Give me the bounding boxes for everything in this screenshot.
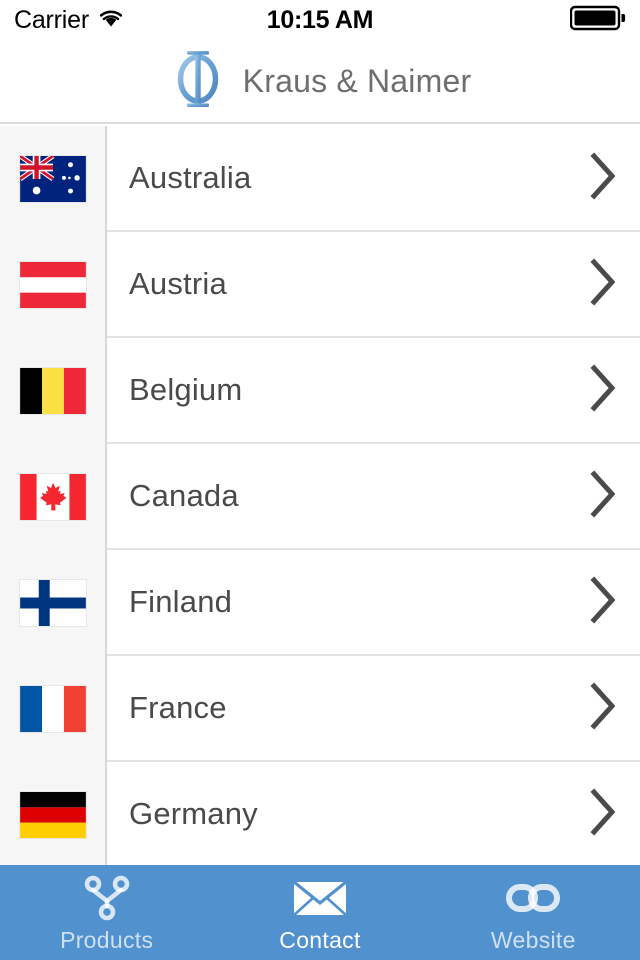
chevron-right-icon[interactable] xyxy=(590,469,618,523)
country-list[interactable]: Australia Austria Belgium Canada Finland… xyxy=(0,126,640,865)
chevron-right-icon[interactable] xyxy=(590,363,618,417)
phi-logo-icon xyxy=(169,48,227,115)
country-name: Austria xyxy=(129,266,227,301)
flag-icon-austria xyxy=(19,262,86,308)
flag-icon-france xyxy=(19,686,86,732)
tab-label-contact: Contact xyxy=(279,927,361,953)
country-name: Finland xyxy=(129,584,233,619)
page-title: Kraus & Naimer xyxy=(242,62,472,99)
flag-icon-canada xyxy=(19,474,86,520)
tab-website[interactable]: Website xyxy=(427,875,640,954)
envelope-icon xyxy=(292,875,348,921)
flag-icon-finland xyxy=(19,580,86,626)
flag-cell xyxy=(0,444,107,550)
list-item-body[interactable]: Belgium xyxy=(107,338,640,444)
country-name: France xyxy=(129,690,227,725)
wifi-icon xyxy=(98,8,124,33)
battery-full-icon xyxy=(569,5,626,36)
tab-products[interactable]: Products xyxy=(0,875,213,954)
flag-icon-australia xyxy=(18,153,86,202)
status-bar-left: Carrier xyxy=(14,6,124,35)
list-item-body[interactable]: Austria xyxy=(107,232,640,338)
list-item[interactable]: Austria xyxy=(0,232,640,338)
carrier-label: Carrier xyxy=(14,5,89,34)
list-item[interactable]: France xyxy=(0,656,640,762)
chain-link-icon xyxy=(505,875,561,921)
flag-cell xyxy=(0,762,107,865)
flag-icon-germany xyxy=(19,792,86,838)
list-item[interactable]: Germany xyxy=(0,762,640,865)
flag-icon-belgium xyxy=(19,368,86,414)
list-item[interactable]: Finland xyxy=(0,550,640,656)
tab-bar: Products Contact Website xyxy=(0,865,640,960)
list-item-body[interactable]: Canada xyxy=(107,444,640,550)
country-name: Canada xyxy=(129,478,239,513)
flag-cell xyxy=(0,232,107,338)
country-name: Germany xyxy=(129,796,258,831)
chevron-right-icon[interactable] xyxy=(590,151,618,205)
chevron-right-icon[interactable] xyxy=(590,257,618,311)
list-item-body[interactable]: France xyxy=(107,656,640,762)
status-bar: Carrier 10:15 AM xyxy=(0,0,640,40)
list-item-body[interactable]: Germany xyxy=(107,762,640,865)
flag-cell xyxy=(0,338,107,444)
chevron-right-icon[interactable] xyxy=(590,575,618,629)
list-item[interactable]: Canada xyxy=(0,444,640,550)
list-item[interactable]: Australia xyxy=(0,126,640,232)
tab-label-products: Products xyxy=(60,927,154,953)
list-item-body[interactable]: Finland xyxy=(107,550,640,656)
tab-contact[interactable]: Contact xyxy=(213,875,426,954)
chevron-right-icon[interactable] xyxy=(590,681,618,735)
country-name: Australia xyxy=(129,160,252,195)
flag-cell xyxy=(0,550,107,656)
list-item[interactable]: Belgium xyxy=(0,338,640,444)
status-bar-right xyxy=(569,5,626,36)
node-branch-icon xyxy=(82,875,132,921)
app-header: Kraus & Naimer xyxy=(0,40,640,124)
flag-cell xyxy=(0,656,107,762)
flag-cell xyxy=(0,126,107,232)
list-item-body[interactable]: Australia xyxy=(107,126,640,232)
chevron-right-icon[interactable] xyxy=(590,787,618,841)
country-name: Belgium xyxy=(129,372,243,407)
tab-label-website: Website xyxy=(490,927,576,953)
